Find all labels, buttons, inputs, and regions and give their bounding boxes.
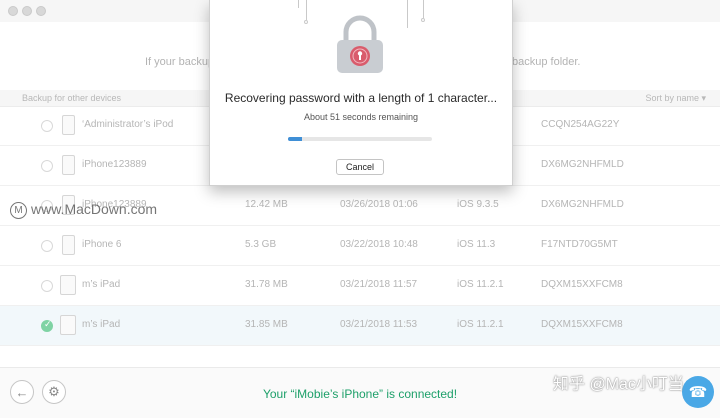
password-recovery-dialog: Recovering password with a length of 1 c… (209, 0, 513, 186)
table-row[interactable]: ✓ m’s iPad 31.85 MB 03/21/2018 11:53 iOS 11.… (0, 306, 720, 346)
iphone-icon (62, 235, 75, 255)
ipad-icon (60, 275, 76, 295)
backup-size: 31.85 MB (245, 319, 288, 330)
device-name: ‘Administrator’s iPod (82, 119, 174, 130)
time-remaining: About 51 seconds remaining (303, 112, 419, 122)
row-select-radio[interactable] (41, 120, 53, 132)
watermark-macdown: Mwww.MacDown.com (10, 201, 157, 219)
ios-version: iOS 11.2.1 (457, 279, 504, 290)
dialog-title: Recovering password with a length of 1 c… (224, 91, 498, 105)
decor-dot (304, 20, 308, 24)
sort-by-name-dropdown[interactable]: Sort by name ▾ (645, 93, 706, 104)
decor-line (423, 0, 424, 18)
row-select-radio[interactable] (41, 160, 53, 172)
backup-date: 03/21/2018 11:53 (340, 319, 418, 330)
backup-size: 12.42 MB (245, 199, 288, 210)
table-row[interactable]: iPhone 6 5.3 GB 03/22/2018 10:48 iOS 11.3 F1… (0, 226, 720, 266)
progress-fill (288, 137, 303, 141)
serial-number: DX6MG2NHFMLD (541, 159, 624, 170)
backup-size: 5.3 GB (245, 239, 277, 250)
table-row[interactable]: m’s iPad 31.78 MB 03/21/2018 11:57 iOS 11.2… (0, 266, 720, 306)
recovery-progress-bar (288, 137, 432, 141)
device-name: m’s iPad (82, 319, 121, 330)
device-name: m’s iPad (82, 279, 121, 290)
phone-icon: ☎ (688, 384, 708, 401)
macdown-logo-icon: M (10, 201, 27, 219)
serial-number: DX6MG2NHFMLD (541, 199, 624, 210)
decor-line (298, 0, 299, 8)
backup-size: 31.78 MB (245, 279, 288, 290)
ios-version: iOS 9.3.5 (457, 199, 499, 210)
decor-line (407, 0, 408, 28)
serial-number: CCQN254AG22Y (541, 119, 620, 130)
close-window-button[interactable] (8, 6, 18, 16)
minimize-window-button[interactable] (22, 6, 32, 16)
lock-icon (337, 15, 383, 73)
help-button[interactable]: ☎ (682, 376, 714, 408)
decor-dot (421, 18, 425, 22)
cancel-button[interactable]: Cancel (336, 159, 384, 175)
iphone-icon (62, 155, 75, 175)
backup-date: 03/21/2018 11:57 (340, 279, 418, 290)
row-select-radio[interactable] (41, 280, 53, 292)
watermark-macdown-text: www.MacDown.com (31, 201, 158, 217)
device-name: iPhone123889 (82, 159, 147, 170)
watermark-zhihu: 知乎 @Mac小叮当 (553, 376, 684, 393)
zoom-window-button[interactable] (36, 6, 46, 16)
ios-version: iOS 11.3 (457, 239, 496, 250)
device-name: iPhone 6 (82, 239, 122, 250)
row-select-radio[interactable] (41, 240, 53, 252)
serial-number: DQXM15XXFCM8 (541, 319, 623, 330)
other-devices-label: Backup for other devices (22, 93, 122, 103)
backup-hint-right: backup folder. (512, 56, 581, 68)
ipod-icon (62, 115, 75, 135)
backup-date: 03/26/2018 01:06 (340, 199, 418, 210)
ipad-icon (60, 315, 76, 335)
serial-number: DQXM15XXFCM8 (541, 279, 623, 290)
decor-line (306, 0, 307, 20)
serial-number: F17NTD70G5MT (541, 239, 618, 250)
backup-date: 03/22/2018 10:48 (340, 239, 418, 250)
ios-version: iOS 11.2.1 (457, 319, 504, 330)
row-select-radio[interactable]: ✓ (41, 319, 53, 332)
checkmark-icon: ✓ (44, 319, 52, 329)
